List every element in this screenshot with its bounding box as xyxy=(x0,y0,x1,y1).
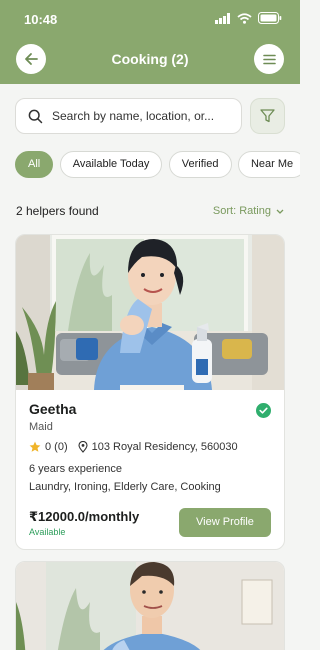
search-placeholder: Search by name, location, or... xyxy=(52,109,215,123)
hamburger-icon xyxy=(262,54,276,64)
status-icons xyxy=(215,12,282,24)
status-bar: 10:48 xyxy=(24,10,282,28)
filter-icon xyxy=(260,109,275,123)
app-header: 10:48 Cooking (2) xyxy=(0,0,300,84)
menu-button[interactable] xyxy=(254,44,284,74)
helper-skills: Laundry, Ironing, Elderly Care, Cooking xyxy=(29,481,221,493)
helper-location: 103 Royal Residency, 560030 xyxy=(91,441,238,453)
helper-card[interactable] xyxy=(15,561,285,650)
status-time: 10:48 xyxy=(24,12,58,27)
filter-chips: All Available Today Verified Near Me xyxy=(15,151,300,179)
location-pin-icon xyxy=(78,441,88,453)
helper-photo xyxy=(16,235,284,390)
chip-all[interactable]: All xyxy=(15,151,54,178)
helper-experience: 6 years experience xyxy=(29,463,122,475)
filter-button[interactable] xyxy=(250,98,285,134)
helper-photo xyxy=(16,562,284,650)
availability-status: Available xyxy=(29,527,66,537)
results-count: 2 helpers found xyxy=(16,204,99,218)
verified-check-icon xyxy=(256,403,271,418)
chip-available-today[interactable]: Available Today xyxy=(59,151,163,178)
search-input[interactable]: Search by name, location, or... xyxy=(15,98,242,134)
star-icon xyxy=(29,441,41,452)
sort-label: Sort: Rating xyxy=(212,205,271,217)
helper-rating: 0 (0) xyxy=(45,441,68,453)
battery-icon xyxy=(258,12,282,24)
search-icon xyxy=(28,109,43,123)
chevron-down-icon xyxy=(276,209,284,214)
wifi-icon xyxy=(237,12,252,24)
helper-price: ₹12000.0/monthly xyxy=(29,509,140,524)
helper-card[interactable]: Geetha Maid 0 (0) 103 Royal Residency, 5… xyxy=(15,234,285,550)
chip-verified[interactable]: Verified xyxy=(168,151,232,178)
signal-icon xyxy=(215,12,230,24)
chip-near-me[interactable]: Near Me xyxy=(237,151,300,178)
sort-dropdown[interactable]: Sort: Rating xyxy=(213,205,284,217)
helper-name: Geetha xyxy=(29,401,77,417)
helper-role: Maid xyxy=(29,421,53,433)
view-profile-button[interactable]: View Profile xyxy=(179,508,271,537)
